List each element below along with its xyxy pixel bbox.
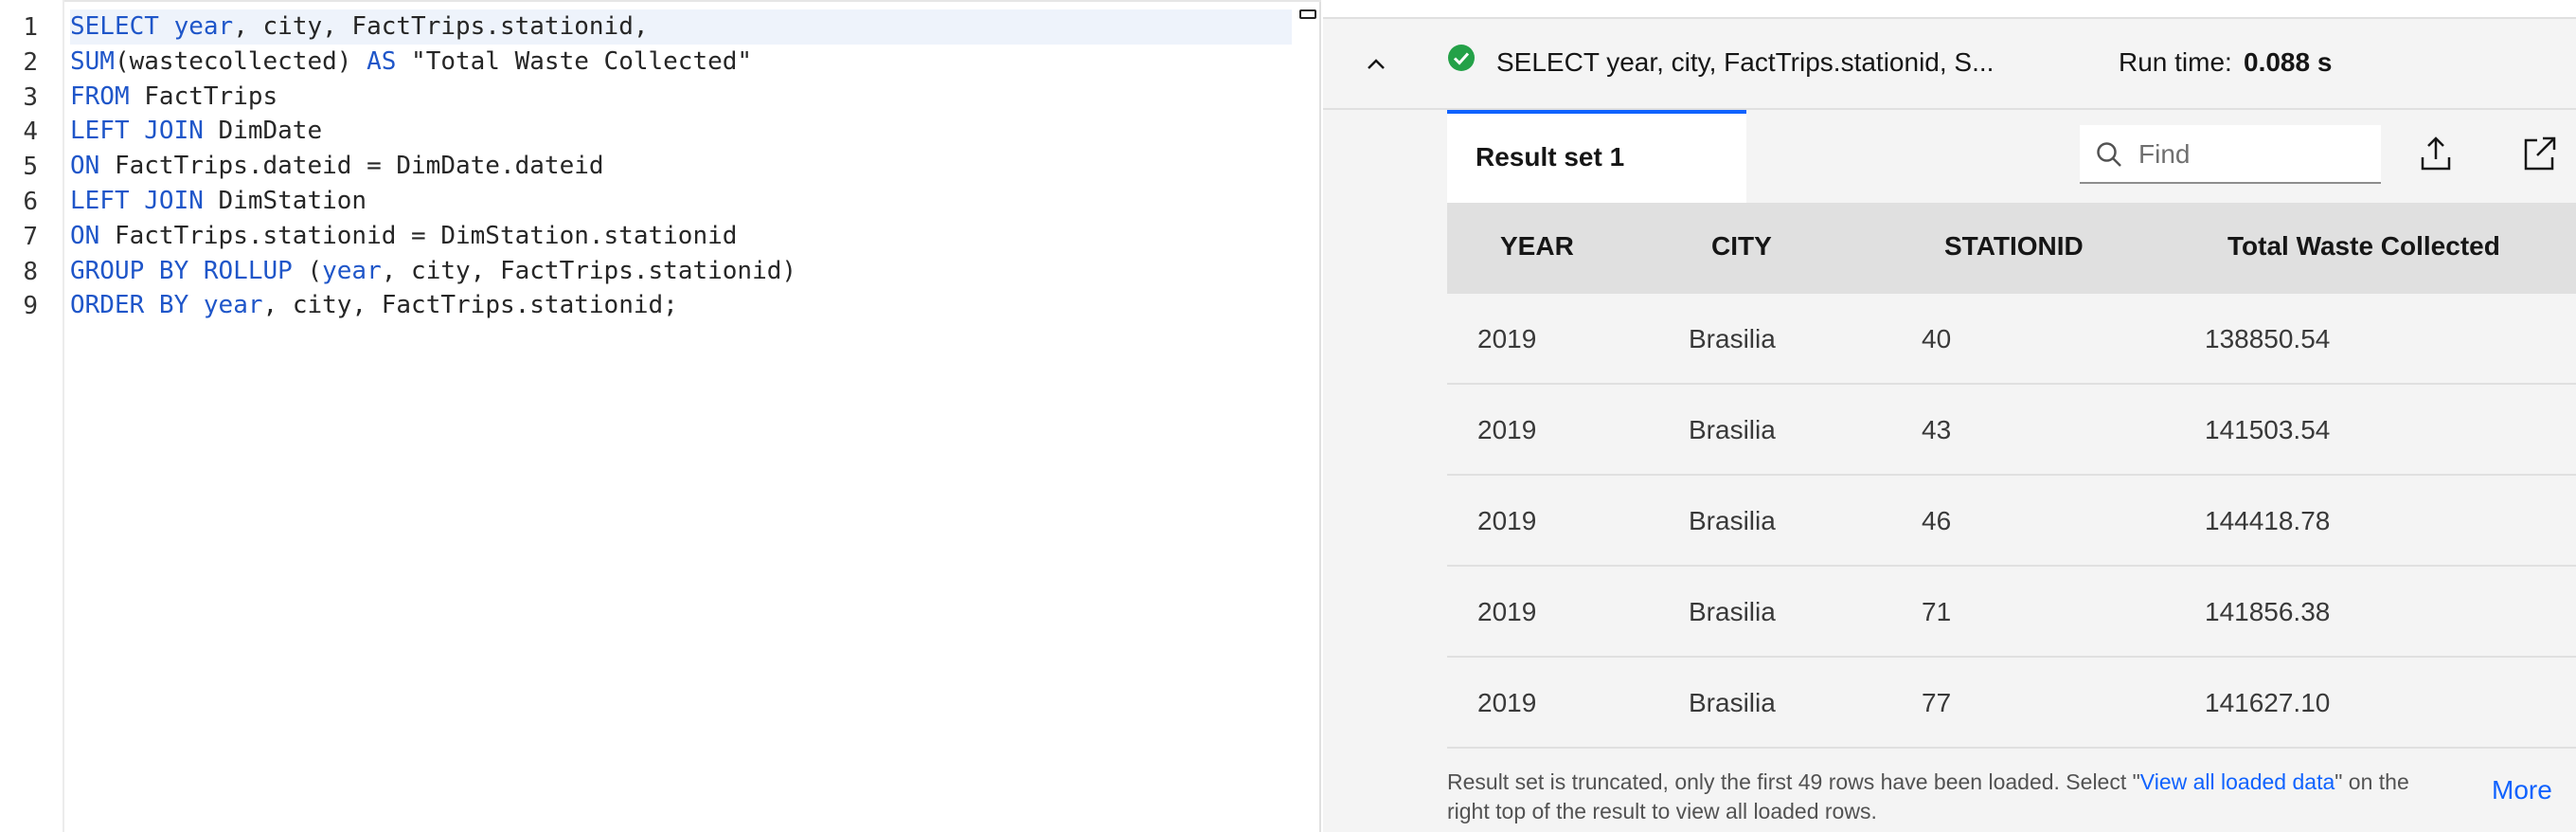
sql-editor[interactable]: 123456789 SELECT year, city, FactTrips.s… bbox=[0, 0, 1321, 832]
sql-keyword: year bbox=[173, 12, 234, 41]
cell-stationid: 43 bbox=[1922, 415, 1952, 444]
popout-icon[interactable] bbox=[2518, 133, 2560, 174]
sql-keyword: SUM bbox=[70, 46, 115, 76]
line-number: 7 bbox=[23, 222, 38, 251]
cell-city: Brasilia bbox=[1689, 688, 1776, 717]
table-row[interactable]: 2019 Brasilia 46 144418.78 bbox=[1447, 476, 2576, 567]
column-header-total-waste[interactable]: Total Waste Collected bbox=[2227, 231, 2500, 262]
sql-keyword: LEFT JOIN bbox=[70, 187, 204, 215]
search-icon bbox=[2097, 142, 2121, 167]
line-number: 9 bbox=[23, 292, 38, 321]
sql-text: , city, FactTrips.stationid; bbox=[262, 291, 678, 320]
export-icon[interactable] bbox=[2415, 133, 2457, 174]
success-check-icon bbox=[1448, 45, 1475, 71]
table-row[interactable]: 2019 Brasilia 71 141856.38 bbox=[1447, 567, 2576, 658]
line-number: 8 bbox=[23, 257, 38, 286]
runtime-value: 0.088 s bbox=[2244, 47, 2333, 77]
sql-keyword: AS bbox=[367, 46, 397, 76]
cell-total-waste: 141503.54 bbox=[2205, 415, 2331, 444]
cell-total-waste: 144418.78 bbox=[2205, 506, 2331, 535]
line-number: 6 bbox=[23, 188, 38, 216]
code-line[interactable]: SUM(wastecollected) AS "Total Waste Coll… bbox=[70, 45, 752, 80]
cell-stationid: 46 bbox=[1922, 506, 1952, 535]
more-link[interactable]: More bbox=[2492, 775, 2552, 805]
chevron-up-icon[interactable] bbox=[1359, 47, 1393, 81]
tab-result-set-1[interactable]: Result set 1 bbox=[1447, 110, 1746, 203]
sql-text: , city, FactTrips.stationid) bbox=[381, 256, 797, 285]
sql-text: FactTrips.stationid = DimStation.station… bbox=[99, 221, 738, 250]
view-all-loaded-data-link[interactable]: View all loaded data bbox=[2140, 769, 2334, 794]
line-number-gutter: 1 2 3 4 5 6 7 8 9 bbox=[0, 0, 64, 832]
code-line[interactable]: GROUP BY ROLLUP (year, city, FactTrips.s… bbox=[70, 254, 796, 289]
column-header-year[interactable]: YEAR bbox=[1500, 231, 1574, 262]
sql-text: "Total Waste Collected" bbox=[396, 46, 753, 76]
truncation-notice: Result set is truncated, only the first … bbox=[1447, 768, 2413, 826]
cell-city: Brasilia bbox=[1689, 506, 1776, 535]
cell-total-waste: 141856.38 bbox=[2205, 597, 2331, 626]
sql-keyword: year bbox=[203, 291, 263, 320]
tab-label: Result set 1 bbox=[1476, 142, 1625, 172]
code-line[interactable]: ON FactTrips.stationid = DimStation.stat… bbox=[70, 219, 737, 254]
sql-text: (wastecollected) bbox=[114, 46, 367, 76]
table-header-row: YEAR CITY STATIONID Total Waste Collecte… bbox=[1447, 203, 2576, 294]
sql-text: ( bbox=[292, 256, 323, 285]
query-summary: SELECT year, city, FactTrips.stationid, … bbox=[1496, 47, 1995, 77]
cell-stationid: 40 bbox=[1922, 324, 1952, 353]
cell-year: 2019 bbox=[1477, 597, 1537, 626]
line-number: 5 bbox=[23, 153, 38, 182]
cell-city: Brasilia bbox=[1689, 597, 1776, 626]
cell-year: 2019 bbox=[1477, 415, 1537, 444]
results-top-strip bbox=[1323, 0, 2576, 19]
table-row[interactable]: 2019 Brasilia 43 141503.54 bbox=[1447, 385, 2576, 476]
sql-keyword: year bbox=[322, 256, 382, 285]
line-number: 4 bbox=[23, 118, 38, 147]
sql-keyword: SELECT bbox=[70, 12, 174, 41]
query-result-header: SELECT year, city, FactTrips.stationid, … bbox=[1323, 19, 2576, 110]
results-table: YEAR CITY STATIONID Total Waste Collecte… bbox=[1447, 203, 2576, 749]
cell-city: Brasilia bbox=[1689, 324, 1776, 353]
sql-text: FactTrips.dateid = DimDate.dateid bbox=[99, 152, 604, 181]
table-row[interactable]: 2019 Brasilia 40 138850.54 bbox=[1447, 294, 2576, 385]
sql-keyword: ON bbox=[70, 221, 100, 250]
column-header-stationid[interactable]: STATIONID bbox=[1944, 231, 2084, 262]
code-line[interactable]: LEFT JOIN DimStation bbox=[70, 184, 367, 219]
sql-keyword: FROM bbox=[70, 81, 130, 111]
cell-stationid: 77 bbox=[1922, 688, 1952, 717]
line-number: 3 bbox=[23, 82, 38, 112]
runtime-label: Run time: bbox=[2119, 47, 2232, 77]
results-panel: SELECT year, city, FactTrips.stationid, … bbox=[1323, 0, 2576, 832]
line-number: 2 bbox=[23, 47, 38, 77]
notice-text-before: Result set is truncated, only the first … bbox=[1447, 769, 2140, 794]
find-field[interactable] bbox=[2080, 125, 2381, 184]
sql-text: , city, FactTrips.stationid, bbox=[233, 12, 649, 41]
cell-stationid: 71 bbox=[1922, 597, 1952, 626]
cell-total-waste: 138850.54 bbox=[2205, 324, 2331, 353]
cell-city: Brasilia bbox=[1689, 415, 1776, 444]
sql-keyword: LEFT JOIN bbox=[70, 117, 204, 146]
sql-keyword: GROUP BY ROLLUP bbox=[70, 256, 293, 285]
editor-top-border bbox=[0, 0, 1321, 2]
column-header-city[interactable]: CITY bbox=[1711, 231, 1772, 262]
code-line[interactable]: ON FactTrips.dateid = DimDate.dateid bbox=[70, 149, 604, 184]
sql-keyword: ORDER BY bbox=[70, 291, 189, 320]
minimize-editor-icon[interactable] bbox=[1299, 9, 1316, 19]
sql-text: DimDate bbox=[203, 117, 323, 146]
code-line[interactable]: FROM FactTrips bbox=[70, 80, 277, 115]
table-body: 2019 Brasilia 40 138850.54 2019 Brasilia 43 141… bbox=[1447, 294, 2576, 749]
table-row[interactable]: 2019 Brasilia 77 141627.10 bbox=[1447, 658, 2576, 749]
sql-text: DimStation bbox=[203, 187, 367, 215]
code-line[interactable]: ORDER BY year, city, FactTrips.stationid… bbox=[70, 288, 678, 323]
cell-total-waste: 141627.10 bbox=[2205, 688, 2331, 717]
code-line[interactable]: SELECT year, city, FactTrips.stationid, bbox=[70, 9, 1292, 45]
cell-year: 2019 bbox=[1477, 688, 1537, 717]
sql-text: FactTrips bbox=[129, 81, 278, 111]
code-line[interactable]: LEFT JOIN DimDate bbox=[70, 114, 322, 149]
search-input[interactable] bbox=[2137, 133, 2368, 176]
cell-year: 2019 bbox=[1477, 506, 1537, 535]
cell-year: 2019 bbox=[1477, 324, 1537, 353]
sql-keyword: ON bbox=[70, 152, 100, 181]
line-number: 1 bbox=[23, 13, 38, 42]
